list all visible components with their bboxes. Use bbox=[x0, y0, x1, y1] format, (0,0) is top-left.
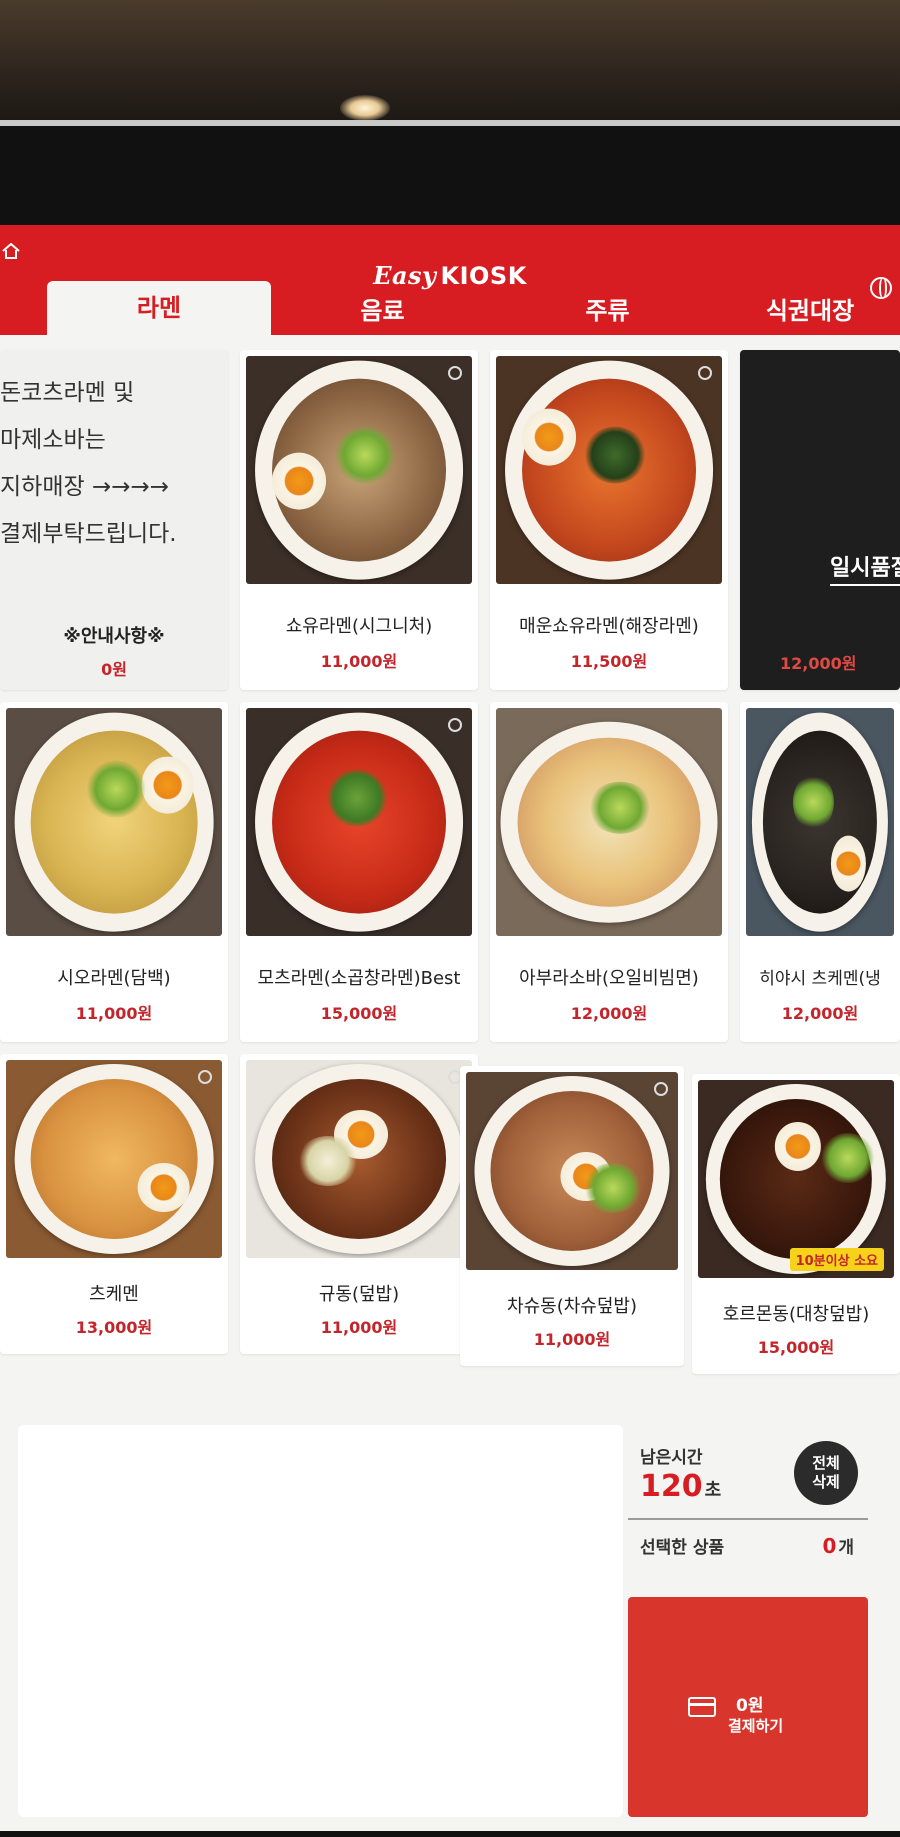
menu-item-price: 12,000원 bbox=[780, 654, 857, 673]
menu-item-name: 차슈동(차슈덮밥) bbox=[507, 1296, 637, 1317]
menu-item-hiyashi-tsukemen[interactable]: 히야시 츠케멘(냉 12,000원 bbox=[740, 702, 900, 1042]
menu-item-photo bbox=[746, 708, 894, 936]
zoom-icon bbox=[654, 1082, 668, 1096]
menu-item-motsu-ramen[interactable]: 모츠라멘(소곱창라멘)Best 15,000원 bbox=[240, 702, 478, 1042]
ramen-bowl bbox=[505, 360, 713, 580]
selected-count-unit: 개 bbox=[838, 1538, 854, 1558]
notice-text: 돈코츠라멘 및 마제소바는 지하매장 →→→→ 결제부탁드립니다. bbox=[0, 380, 177, 547]
zoom-icon bbox=[198, 1070, 212, 1084]
menu-item-shoyu-ramen[interactable]: 쇼유라멘(시그니처) 11,000원 bbox=[240, 350, 478, 690]
menu-item-spicy-shoyu-ramen[interactable]: 매운쇼유라멘(해장라멘) 11,500원 bbox=[490, 350, 728, 690]
menu-item-photo bbox=[246, 1060, 472, 1258]
rice-bowl bbox=[255, 1063, 463, 1255]
menu-item-photo bbox=[6, 1060, 222, 1258]
noodle-bowl bbox=[500, 721, 718, 923]
brand-kiosk: KIOSK bbox=[440, 262, 527, 290]
menu-item-photo bbox=[496, 356, 722, 584]
divider bbox=[628, 1518, 868, 1520]
rice-bowl bbox=[705, 1083, 887, 1275]
menu-item-photo bbox=[246, 356, 472, 584]
sold-out-label: 일시품절 bbox=[830, 550, 900, 586]
tab-ramen[interactable]: 라멘 bbox=[47, 281, 271, 335]
selected-items-label: 선택한 상품 bbox=[640, 1538, 725, 1558]
menu-item-price: 12,000원 bbox=[570, 1004, 648, 1023]
menu-item-photo bbox=[6, 708, 222, 936]
notice-card[interactable]: 돈코츠라멘 및 마제소바는 지하매장 →→→→ 결제부탁드립니다. ※안내사항※… bbox=[0, 350, 228, 690]
ramen-bowl bbox=[255, 360, 463, 580]
menu-item-price: 11,000원 bbox=[320, 652, 398, 671]
ceiling-light bbox=[340, 95, 390, 121]
clear-all-button[interactable]: 전체 삭제 bbox=[794, 1441, 858, 1505]
remaining-time-unit: 초 bbox=[704, 1480, 722, 1501]
menu-item-name: 시오라멘(담백) bbox=[57, 968, 171, 989]
tab-alcohol[interactable]: 주류 bbox=[495, 287, 720, 335]
remaining-time-label: 남은시간 bbox=[640, 1448, 703, 1468]
menu-item-price: 15,000원 bbox=[757, 1338, 835, 1357]
noodle-bowl bbox=[14, 1063, 214, 1255]
menu-grid: 돈코츠라멘 및 마제소바는 지하매장 →→→→ 결제부탁드립니다. ※안내사항※… bbox=[0, 350, 900, 1430]
menu-item-photo bbox=[246, 708, 472, 936]
menu-item-name: 쇼유라멘(시그니처) bbox=[285, 616, 433, 637]
menu-item-sold-out[interactable]: 일시품절 12,000원 bbox=[740, 350, 900, 690]
credit-card-icon bbox=[688, 1697, 716, 1717]
menu-item-price: 12,000원 bbox=[781, 1004, 859, 1023]
ramen-bowl bbox=[14, 712, 214, 932]
wait-time-badge: 10분이상 소요 bbox=[789, 1248, 884, 1271]
pay-button[interactable]: 0원 결제하기 bbox=[628, 1597, 868, 1817]
menu-item-gyudon[interactable]: 규동(덮밥) 11,000원 bbox=[240, 1054, 478, 1354]
ramen-bowl bbox=[255, 712, 463, 932]
menu-item-price: 11,000원 bbox=[320, 1318, 398, 1337]
order-side-panel: 남은시간 120 초 전체 삭제 선택한 상품 0개 0원 결제하기 bbox=[628, 1425, 868, 1817]
clear-all-line1: 전체 bbox=[812, 1454, 840, 1472]
home-icon[interactable] bbox=[2, 243, 20, 259]
menu-item-shio-ramen[interactable]: 시오라멘(담백) 11,000원 bbox=[0, 702, 228, 1042]
ramen-bowl bbox=[751, 712, 889, 932]
menu-item-price: 13,000원 bbox=[75, 1318, 153, 1337]
brand-easy: Easy bbox=[373, 261, 437, 290]
menu-item-photo bbox=[466, 1072, 678, 1270]
zoom-icon bbox=[698, 366, 712, 380]
selected-count-number: 0 bbox=[822, 1534, 837, 1558]
category-tabs: 라멘 음료 주류 식권대장 bbox=[0, 281, 900, 335]
menu-item-name: 모츠라멘(소곱창라멘)Best bbox=[257, 968, 461, 989]
menu-item-horumon-don[interactable]: 10분이상 소요 호르몬동(대창덮밥) 15,000원 bbox=[692, 1074, 900, 1374]
zoom-icon bbox=[448, 366, 462, 380]
menu-item-name: 호르몬동(대창덮밥) bbox=[722, 1304, 870, 1325]
zoom-icon bbox=[448, 718, 462, 732]
remaining-time-number: 120 bbox=[640, 1469, 703, 1504]
cart-list[interactable] bbox=[18, 1425, 623, 1817]
menu-item-tsukemen[interactable]: 츠케멘 13,000원 bbox=[0, 1054, 228, 1354]
tab-drinks[interactable]: 음료 bbox=[270, 287, 495, 335]
menu-item-chashu-don[interactable]: 차슈동(차슈덮밥) 11,000원 bbox=[460, 1066, 684, 1366]
selected-items-count: 0개 bbox=[822, 1533, 854, 1558]
menu-item-photo: 10분이상 소요 bbox=[698, 1080, 894, 1278]
menu-item-name: 규동(덮밥) bbox=[318, 1284, 400, 1305]
tab-meal-voucher[interactable]: 식권대장 bbox=[720, 287, 900, 335]
menu-item-name: 매운쇼유라멘(해장라멘) bbox=[519, 616, 699, 637]
menu-item-name: ※안내사항※ bbox=[63, 626, 165, 647]
menu-item-name: 히야시 츠케멘(냉 bbox=[759, 969, 881, 989]
remaining-time-value: 120 초 bbox=[640, 1469, 721, 1504]
header-bar: Easy KIOSK 라멘 음료 주류 식권대장 bbox=[0, 225, 900, 335]
menu-item-price: 11,500원 bbox=[570, 652, 648, 671]
menu-item-price: 0원 bbox=[101, 660, 127, 679]
menu-item-name: 아부라소바(오일비빔면) bbox=[519, 968, 699, 989]
clear-all-line2: 삭제 bbox=[812, 1473, 840, 1491]
rice-bowl bbox=[474, 1075, 670, 1267]
order-summary-panel: 남은시간 120 초 전체 삭제 선택한 상품 0개 0원 결제하기 bbox=[0, 1415, 900, 1831]
pay-amount: 0원 bbox=[736, 1696, 764, 1716]
menu-item-photo bbox=[496, 708, 722, 936]
pay-label: 결제하기 bbox=[728, 1717, 784, 1735]
menu-item-price: 15,000원 bbox=[320, 1004, 398, 1023]
menu-item-abura-soba[interactable]: 아부라소바(오일비빔면) 12,000원 bbox=[490, 702, 728, 1042]
kiosk-screen: Easy KIOSK 라멘 음료 주류 식권대장 돈코츠라멘 및 마제소바는 지하… bbox=[0, 225, 900, 1831]
menu-item-price: 11,000원 bbox=[75, 1004, 153, 1023]
menu-item-price: 11,000원 bbox=[533, 1330, 611, 1349]
menu-item-name: 츠케멘 bbox=[89, 1284, 139, 1305]
